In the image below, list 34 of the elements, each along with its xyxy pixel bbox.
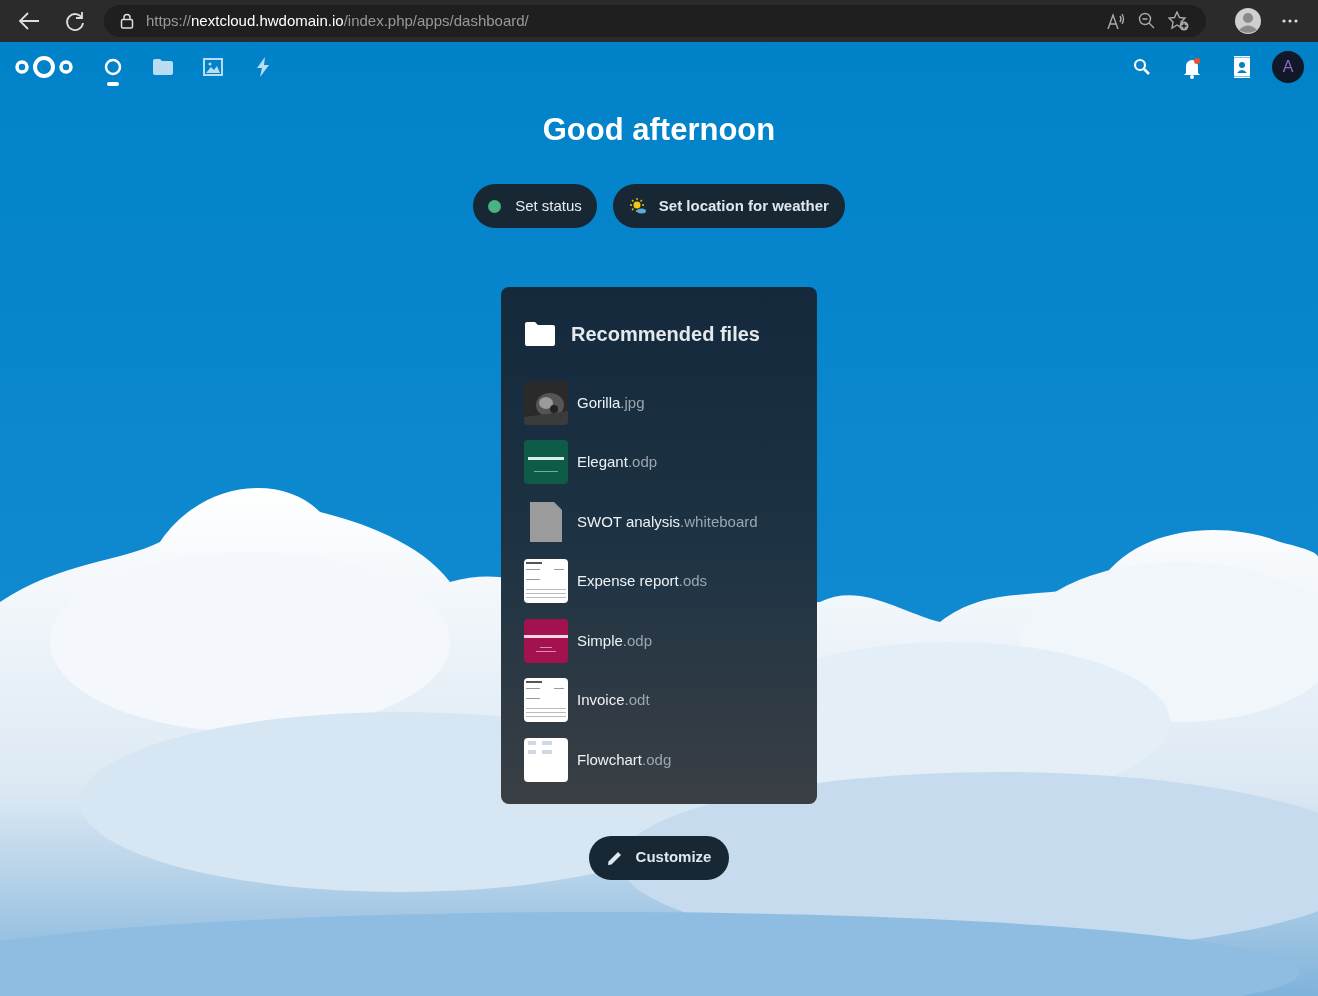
add-favorite-icon[interactable]: [1168, 11, 1190, 31]
logo-icon[interactable]: [14, 54, 74, 80]
folder-icon: [525, 322, 555, 346]
url-text: https://nextcloud.hwdomain.io/index.php/apps/dashboard/: [146, 10, 529, 31]
lightning-icon: [256, 57, 270, 77]
widget-title: Recommended files: [571, 322, 760, 347]
profile-avatar-icon[interactable]: [1234, 7, 1262, 35]
active-indicator: [107, 82, 119, 86]
file-item[interactable]: Flowchart.odg: [523, 730, 795, 790]
file-name: Gorilla.jpg: [577, 392, 645, 413]
pencil-icon: [606, 849, 623, 866]
read-aloud-icon[interactable]: [1106, 12, 1126, 30]
file-item[interactable]: Expense report.ods: [523, 551, 795, 611]
lock-icon: [120, 13, 134, 29]
greeting-heading: Good afternoon: [542, 112, 776, 148]
set-status-button[interactable]: Set status: [473, 184, 597, 228]
file-name: Invoice.odt: [577, 690, 650, 710]
dashboard-icon: [104, 58, 122, 76]
file-name: Simple.odp: [577, 630, 653, 651]
file-item[interactable]: Gorilla.jpg: [523, 373, 795, 433]
weather-button[interactable]: Set location for weather: [612, 184, 845, 228]
zoom-out-icon[interactable]: [1138, 12, 1156, 30]
file-name: Elegant.odp: [577, 452, 658, 472]
folder-icon: [153, 59, 173, 75]
file-name: SWOT analysis.whiteboard: [577, 511, 758, 532]
file-item[interactable]: Elegant.odp: [523, 432, 795, 492]
file-item[interactable]: Simple.odp: [523, 611, 795, 671]
sun-cloud-icon: [628, 197, 647, 215]
image-icon: [203, 58, 223, 76]
file-name: Expense report.ods: [577, 571, 708, 591]
file-item[interactable]: Invoice.odt: [523, 670, 795, 730]
file-name: Flowchart.odg: [577, 749, 672, 770]
address-bar[interactable]: https://nextcloud.hwdomain.io/index.php/apps/dashboard/: [104, 5, 1206, 37]
file-item[interactable]: SWOT analysis.whiteboard: [523, 492, 795, 552]
